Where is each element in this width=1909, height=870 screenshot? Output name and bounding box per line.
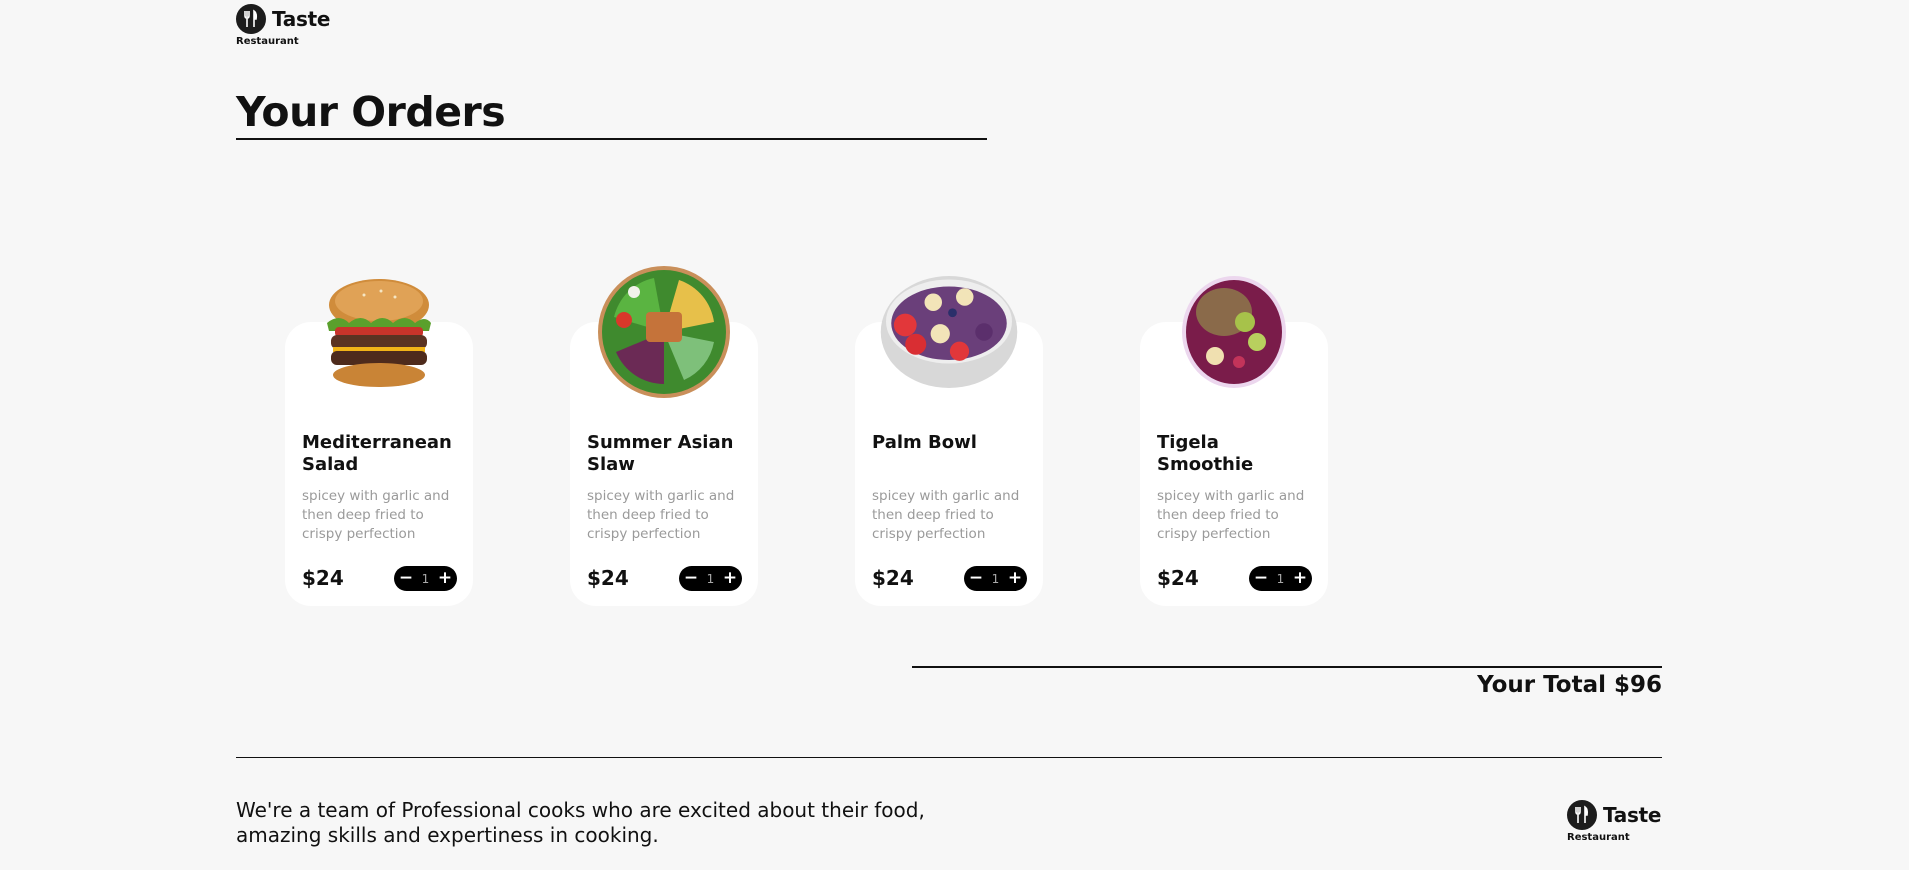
order-card: Summer Asian Slaw spicey with garlic and… xyxy=(570,266,758,606)
plus-icon[interactable]: + xyxy=(722,570,738,587)
item-name: Mediterranean Salad xyxy=(302,432,452,475)
item-price: $24 xyxy=(872,566,914,590)
order-card: Tigela Smoothie spicey with garlic and t… xyxy=(1140,276,1328,606)
total-divider xyxy=(912,666,1662,668)
fork-knife-icon xyxy=(236,4,266,34)
minus-icon[interactable]: − xyxy=(968,570,984,587)
item-name: Summer Asian Slaw xyxy=(587,432,734,475)
quantity-stepper: − 1 + xyxy=(679,566,742,591)
item-name: Palm Bowl xyxy=(872,432,977,453)
item-price: $24 xyxy=(1157,566,1199,590)
quantity-value: 1 xyxy=(1276,571,1285,586)
logo-name: Taste xyxy=(1603,803,1662,827)
order-card: Palm Bowl spicey with garlic and then de… xyxy=(855,276,1043,606)
logo-subtitle: Restaurant xyxy=(1567,832,1630,843)
logo-name: Taste xyxy=(272,7,331,31)
burger-image xyxy=(309,262,449,402)
smoothie-bowl-image xyxy=(1164,262,1304,402)
minus-icon[interactable]: − xyxy=(683,570,699,587)
fruit-bowl-image xyxy=(879,262,1019,402)
quantity-stepper: − 1 + xyxy=(964,566,1027,591)
fork-knife-icon xyxy=(1567,800,1597,830)
item-description: spicey with garlic and then deep fried t… xyxy=(587,488,735,542)
quantity-value: 1 xyxy=(706,571,715,586)
quantity-stepper: − 1 + xyxy=(1249,566,1312,591)
minus-icon[interactable]: − xyxy=(1253,570,1269,587)
plus-icon[interactable]: + xyxy=(1292,570,1308,587)
item-description: spicey with garlic and then deep fried t… xyxy=(872,488,1020,542)
footer-divider xyxy=(236,757,1662,758)
order-total: Your Total $96 xyxy=(1477,672,1662,698)
quantity-value: 1 xyxy=(421,571,430,586)
order-card: Mediterranean Salad spicey with garlic a… xyxy=(285,279,473,606)
footer-about-text: We're a team of Professional cooks who a… xyxy=(236,798,925,847)
salad-bowl-image xyxy=(594,262,734,402)
item-name: Tigela Smoothie xyxy=(1157,432,1254,475)
footer-logo[interactable]: Taste Restaurant xyxy=(1567,800,1661,843)
item-price: $24 xyxy=(302,566,344,590)
item-price: $24 xyxy=(587,566,629,590)
quantity-value: 1 xyxy=(991,571,1000,586)
header-logo[interactable]: Taste Restaurant xyxy=(236,4,330,47)
plus-icon[interactable]: + xyxy=(1007,570,1023,587)
logo-subtitle: Restaurant xyxy=(236,36,299,47)
quantity-stepper: − 1 + xyxy=(394,566,457,591)
item-description: spicey with garlic and then deep fried t… xyxy=(1157,488,1305,542)
plus-icon[interactable]: + xyxy=(437,570,453,587)
page-title: Your Orders xyxy=(236,88,506,136)
item-description: spicey with garlic and then deep fried t… xyxy=(302,488,450,542)
title-divider xyxy=(236,138,987,140)
minus-icon[interactable]: − xyxy=(398,570,414,587)
page: Taste Restaurant Your Orders Mediterrane… xyxy=(0,0,1909,870)
